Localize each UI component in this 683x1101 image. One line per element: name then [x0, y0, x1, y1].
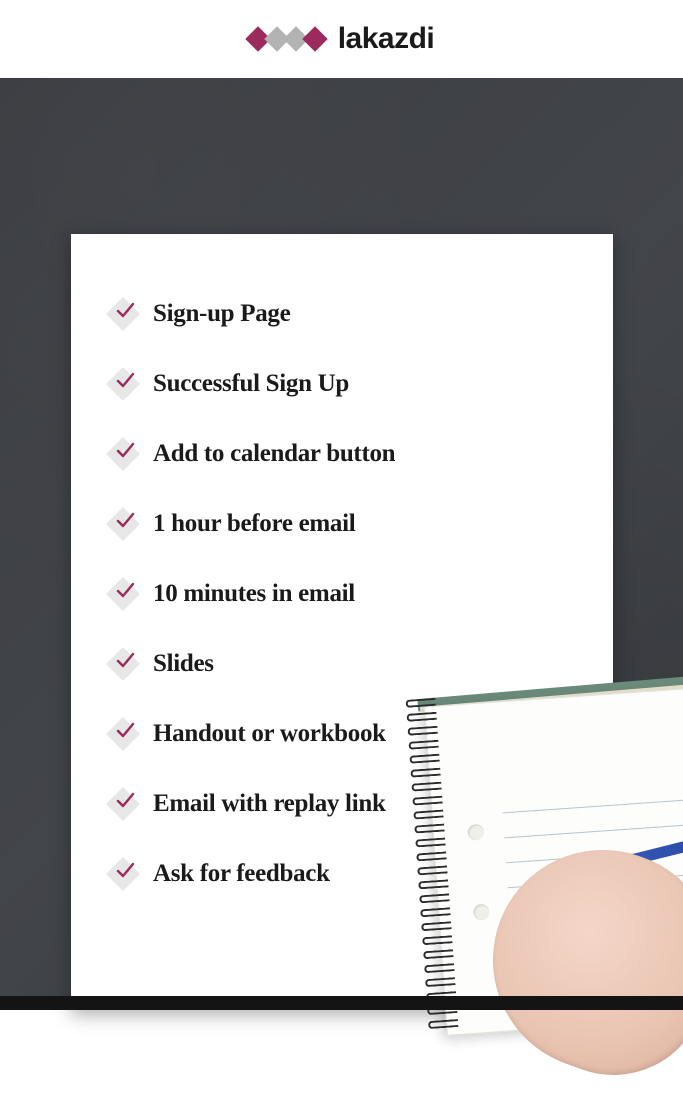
- checklist-item-label: Sign-up Page: [153, 300, 290, 328]
- checkbox-icon: [111, 582, 135, 606]
- checkmark-icon: [115, 720, 135, 740]
- checklist-item-label: Ask for feedback: [153, 860, 330, 888]
- checkbox-icon: [111, 792, 135, 816]
- checkbox-icon: [111, 372, 135, 396]
- logo-diamonds: [249, 30, 324, 48]
- checklist-item: 1 hour before email: [111, 510, 583, 538]
- checklist-item-label: 1 hour before email: [153, 510, 355, 538]
- checkmark-icon: [115, 440, 135, 460]
- brand-name: lakazdi: [338, 22, 435, 56]
- checkbox-icon: [111, 652, 135, 676]
- checklist-item-label: Email with replay link: [153, 790, 386, 818]
- checkbox-icon: [111, 302, 135, 326]
- checklist-item-label: Successful Sign Up: [153, 370, 349, 398]
- checkmark-icon: [115, 510, 135, 530]
- checkmark-icon: [115, 580, 135, 600]
- header: lakazdi: [0, 0, 683, 78]
- checkmark-icon: [115, 860, 135, 880]
- checkmark-icon: [115, 650, 135, 670]
- checkmark-icon: [115, 370, 135, 390]
- checklist-item: 10 minutes in email: [111, 580, 583, 608]
- checklist-item: Sign-up Page: [111, 300, 583, 328]
- checklist-item: Ask for feedback: [111, 860, 583, 888]
- checkbox-icon: [111, 722, 135, 746]
- diamond-icon: [302, 26, 327, 51]
- checklist-item: Successful Sign Up: [111, 370, 583, 398]
- checklist-item-label: Handout or workbook: [153, 720, 386, 748]
- checkbox-icon: [111, 442, 135, 466]
- checklist: Sign-up Page Successful Sign Up: [111, 300, 583, 888]
- checklist-item-label: Slides: [153, 650, 214, 678]
- checklist-item: Slides: [111, 650, 583, 678]
- checkbox-icon: [111, 512, 135, 536]
- checklist-item: Add to calendar button: [111, 440, 583, 468]
- checklist-item-label: Add to calendar button: [153, 440, 395, 468]
- checklist-item-label: 10 minutes in email: [153, 580, 355, 608]
- checkmark-icon: [115, 300, 135, 320]
- checkmark-icon: [115, 790, 135, 810]
- stage-background: Sign-up Page Successful Sign Up: [0, 78, 683, 1010]
- footer-bar: [0, 996, 683, 1010]
- checkbox-icon: [111, 862, 135, 886]
- checklist-item: Handout or workbook: [111, 720, 583, 748]
- checklist-item: Email with replay link: [111, 790, 583, 818]
